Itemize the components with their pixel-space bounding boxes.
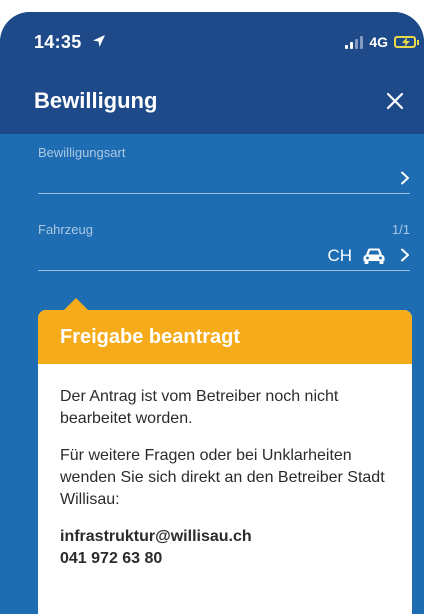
status-message: Der Antrag ist vom Betreiber noch nicht … [60, 388, 339, 427]
vehicle-field[interactable]: Fahrzeug 1/1 CH [38, 222, 410, 271]
location-arrow-icon [93, 35, 105, 47]
contact-phone[interactable]: 041 972 63 80 [60, 548, 390, 570]
contact-email[interactable]: infrastruktur@willisau.ch [60, 526, 390, 548]
car-icon [363, 248, 385, 264]
chevron-right-icon [401, 171, 409, 185]
info-message: Für weitere Fragen oder bei Unklarheiten… [60, 447, 385, 508]
card-body: Der Antrag ist vom Betreiber noch nicht … [38, 364, 412, 570]
permit-type-label: Bewilligungsart [38, 145, 126, 160]
status-indicators: 4G [345, 34, 419, 50]
app-screen: 14:35 4G Bewilligung Bewilligungsart Fah… [0, 12, 424, 614]
vehicle-counter: 1/1 [391, 222, 410, 237]
network-type: 4G [369, 34, 388, 50]
signal-strength-icon [345, 35, 364, 49]
status-time: 14:35 [34, 32, 82, 52]
card-header: Freigabe beantragt [38, 310, 412, 364]
status-card: Freigabe beantragt Der Antrag ist vom Be… [38, 310, 412, 614]
permit-type-field[interactable]: Bewilligungsart [38, 145, 410, 194]
close-icon[interactable] [382, 88, 408, 114]
vehicle-value: CH [327, 246, 386, 266]
page-title: Bewilligung [34, 88, 158, 113]
vehicle-label: Fahrzeug [38, 222, 93, 237]
battery-charging-icon [394, 36, 419, 48]
card-title: Freigabe beantragt [60, 325, 241, 348]
chevron-right-icon [401, 248, 409, 262]
vehicle-country: CH [327, 246, 352, 265]
top-bar: 14:35 4G Bewilligung [0, 12, 424, 134]
